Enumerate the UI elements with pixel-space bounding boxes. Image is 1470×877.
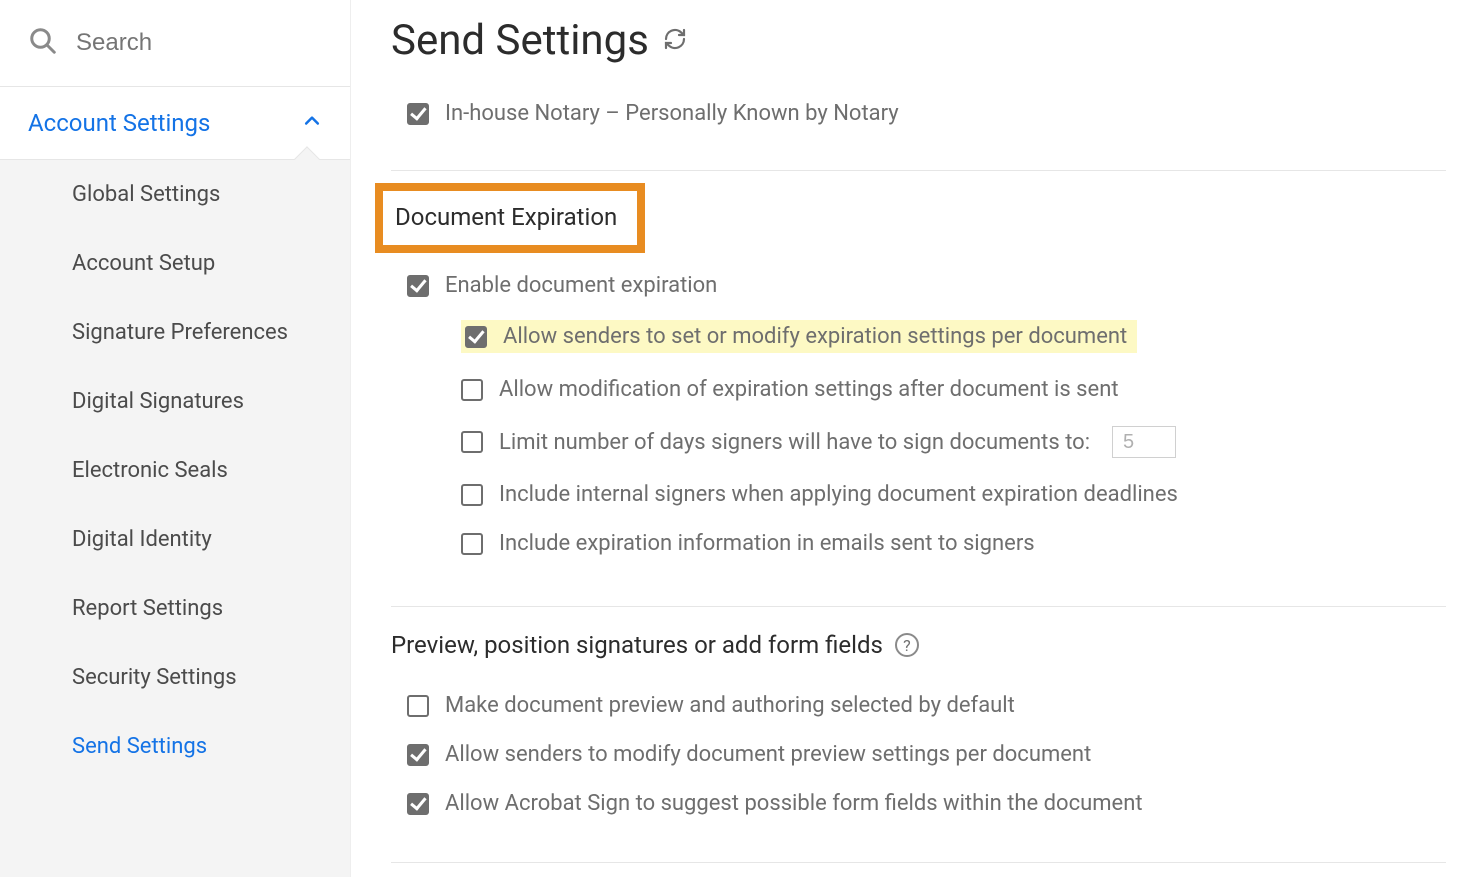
search-icon [28,26,58,60]
sidebar-item-report-settings[interactable]: Report Settings [0,574,350,643]
checkbox-label: Allow modification of expiration setting… [499,377,1119,402]
checkbox-label: Allow Acrobat Sign to suggest possible f… [445,791,1143,816]
notary-row: In-house Notary – Personally Known by No… [391,95,1446,132]
checkbox[interactable] [407,793,429,815]
search-input[interactable] [76,29,322,57]
preview-items: Make document preview and authoring sele… [391,687,1446,822]
sidebar-item-digital-identity[interactable]: Digital Identity [0,505,350,574]
document-expiration-heading: Document Expiration [395,195,617,239]
doc-expiration-item: Limit number of days signers will have t… [461,420,1446,464]
enable-doc-expiration-label: Enable document expiration [445,273,717,298]
sidebar-section-label: Account Settings [28,109,210,137]
doc-expiration-item: Include expiration information in emails… [461,525,1446,562]
checkbox-label: Make document preview and authoring sele… [445,693,1015,718]
checkbox[interactable] [461,533,483,555]
sidebar-item-signature-preferences[interactable]: Signature Preferences [0,298,350,367]
checkbox[interactable] [461,379,483,401]
checkbox[interactable] [407,744,429,766]
sidebar-item-security-settings[interactable]: Security Settings [0,643,350,712]
checkbox-label: Allow senders to set or modify expiratio… [503,324,1127,349]
preview-heading: Preview, position signatures or add form… [391,631,883,659]
checkbox-label: Include expiration information in emails… [499,531,1035,556]
days-limit-input[interactable] [1112,426,1176,458]
preview-heading-row: Preview, position signatures or add form… [391,625,1446,665]
doc-expiration-item: Allow modification of expiration setting… [461,371,1446,408]
doc-expiration-item: Include internal signers when applying d… [461,476,1446,513]
sidebar-item-electronic-seals[interactable]: Electronic Seals [0,436,350,505]
search-box[interactable] [0,0,350,87]
preview-item: Allow senders to modify document preview… [407,736,1446,773]
chevron-up-icon [302,111,322,135]
preview-item: Make document preview and authoring sele… [407,687,1446,724]
doc-expiration-subitems: Allow senders to set or modify expiratio… [407,314,1446,562]
preview-item: Allow Acrobat Sign to suggest possible f… [407,785,1446,822]
checkbox[interactable] [407,695,429,717]
app-frame: Account Settings Global SettingsAccount … [0,0,1470,877]
refresh-icon[interactable] [663,27,687,55]
sidebar-item-account-setup[interactable]: Account Setup [0,229,350,298]
notary-label: In-house Notary – Personally Known by No… [445,101,899,126]
sidebar-section-account-settings[interactable]: Account Settings [0,87,350,159]
divider [391,606,1446,607]
highlight-callout: Document Expiration [375,183,645,253]
checkbox-enable-doc-expiration[interactable] [407,275,429,297]
enable-doc-expiration-row: Enable document expiration [407,267,1446,304]
checkbox-in-house-notary[interactable] [407,103,429,125]
checkbox-label: Limit number of days signers will have t… [499,430,1090,455]
document-expiration-section: Document Expiration Enable document expi… [391,183,1446,562]
checkbox[interactable] [461,431,483,453]
checkbox-label: Allow senders to modify document preview… [445,742,1091,767]
sidebar: Account Settings Global SettingsAccount … [0,0,350,877]
checkbox-label: Include internal signers when applying d… [499,482,1178,507]
preview-section: Preview, position signatures or add form… [391,625,1446,822]
page-title: Send Settings [391,16,649,65]
doc-expiration-item: Allow senders to set or modify expiratio… [461,314,1446,359]
sidebar-item-digital-signatures[interactable]: Digital Signatures [0,367,350,436]
checkbox[interactable] [461,484,483,506]
doc-expiration-body: Enable document expiration Allow senders… [391,267,1446,562]
sidebar-items: Global SettingsAccount SetupSignature Pr… [0,159,350,877]
divider [391,170,1446,171]
help-icon[interactable]: ? [895,633,919,657]
sidebar-item-global-settings[interactable]: Global Settings [0,160,350,229]
page-title-row: Send Settings [391,0,1446,95]
checkbox[interactable] [465,326,487,348]
main-content: Send Settings In-house Notary – Personal… [350,0,1470,877]
divider [391,862,1446,863]
sidebar-item-send-settings[interactable]: Send Settings [0,712,350,781]
